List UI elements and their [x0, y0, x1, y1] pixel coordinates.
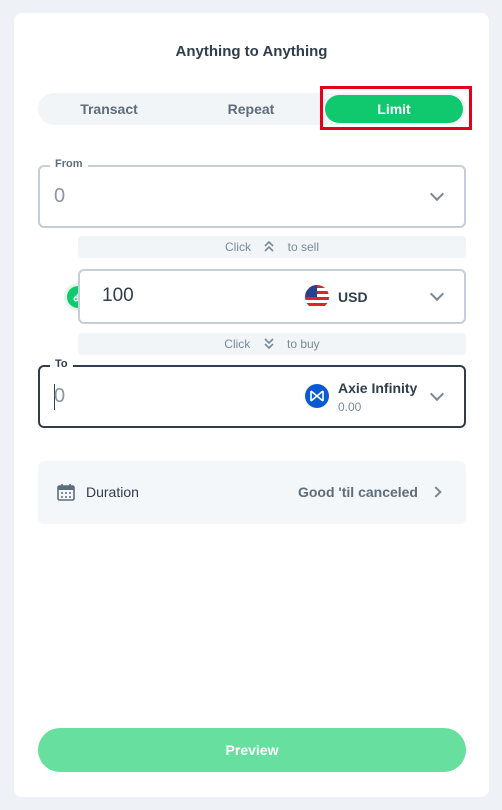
chevron-down-icon[interactable] [429, 286, 445, 302]
buy-hint-suffix: to buy [286, 337, 320, 351]
tab-repeat[interactable]: Repeat [180, 93, 322, 125]
currency-label: USD [338, 289, 368, 305]
preview-button[interactable]: Preview [38, 728, 466, 772]
to-amount-input[interactable]: 0 [54, 385, 65, 408]
sell-hint-suffix: to sell [287, 240, 320, 254]
sell-hint[interactable]: Click to sell [78, 236, 466, 258]
from-amount-input[interactable]: 0 [54, 185, 65, 208]
us-flag-icon [305, 285, 329, 309]
limit-price-field[interactable]: 100 USD [78, 269, 466, 324]
axie-infinity-icon [305, 384, 329, 408]
tab-transact[interactable]: Transact [38, 93, 180, 125]
buy-hint-prefix: Click [224, 337, 251, 351]
limit-tab-highlight [320, 86, 472, 130]
chevron-right-icon [430, 486, 442, 498]
duration-value: Good 'til canceled [297, 484, 418, 500]
chevron-down-icon[interactable] [429, 186, 445, 202]
buy-hint[interactable]: Click to buy [78, 333, 466, 355]
limit-price-input[interactable]: 100 [102, 285, 134, 307]
double-chevron-down-icon [264, 334, 274, 356]
to-asset-field[interactable]: To 0 Axie Infinity 0.00 [38, 358, 466, 428]
trade-panel: Anything to Anything Transact Repeat Lim… [14, 13, 489, 797]
asset-balance: 0.00 [338, 400, 362, 414]
asset-name: Axie Infinity [338, 380, 418, 396]
double-chevron-up-icon [264, 237, 274, 259]
duration-row[interactable]: Duration Good 'til canceled [38, 461, 466, 524]
duration-label: Duration [86, 484, 139, 500]
from-legend: From [50, 158, 88, 170]
to-legend: To [50, 358, 73, 370]
calendar-icon [57, 483, 75, 506]
from-asset-field[interactable]: From 0 [38, 158, 466, 228]
chevron-down-icon[interactable] [429, 386, 445, 402]
sell-hint-prefix: Click [224, 240, 251, 254]
panel-title: Anything to Anything [175, 43, 328, 60]
